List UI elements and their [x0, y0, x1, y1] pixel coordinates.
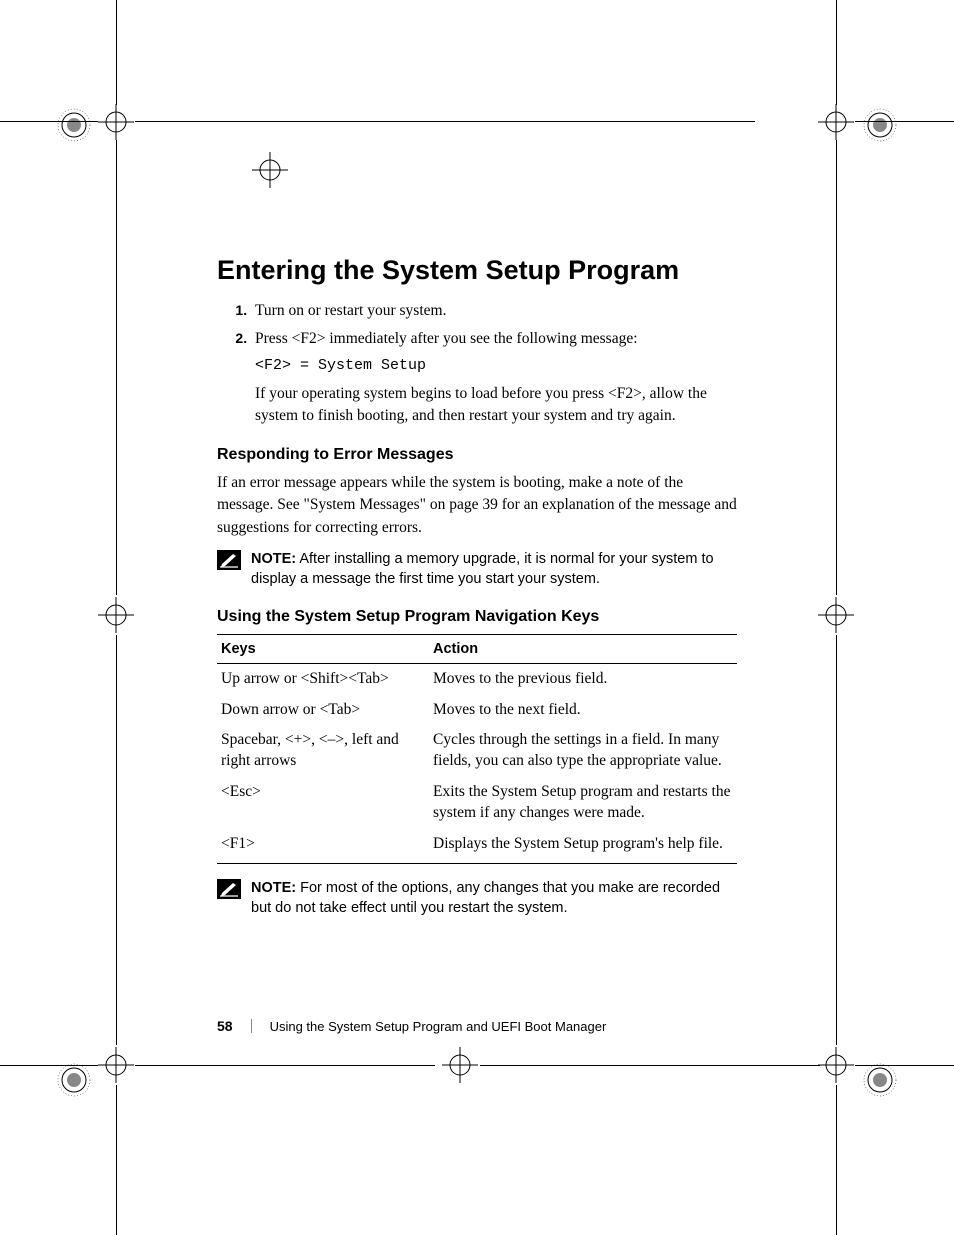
step-text: Turn on or restart your system.	[255, 302, 446, 319]
crosshair-icon	[96, 102, 136, 142]
crosshair-icon	[96, 595, 136, 635]
table-row: <Esc> Exits the System Setup program and…	[217, 777, 737, 829]
footer-separator	[251, 1019, 252, 1033]
crop-line	[135, 1065, 435, 1066]
cell-keys: Spacebar, <+>, <–>, left and right arrow…	[217, 725, 429, 777]
section-heading: Responding to Error Messages	[217, 446, 737, 464]
crop-line	[116, 140, 117, 595]
crop-line	[116, 1085, 117, 1235]
page-content: Entering the System Setup Program Turn o…	[217, 255, 737, 925]
crosshair-icon	[250, 150, 290, 190]
crop-line	[836, 635, 837, 1045]
crosshair-icon	[816, 102, 856, 142]
step-text: Press <F2> immediately after you see the…	[255, 330, 638, 347]
note-label: NOTE:	[251, 880, 296, 896]
crop-line	[0, 121, 98, 122]
note-text: NOTE: For most of the options, any chang…	[251, 878, 737, 919]
crosshair-icon	[440, 1045, 480, 1085]
cell-keys: <Esc>	[217, 777, 429, 829]
note-text: NOTE: After installing a memory upgrade,…	[251, 549, 737, 590]
crop-line	[0, 1065, 98, 1066]
step-2: Press <F2> immediately after you see the…	[251, 328, 737, 427]
cell-keys: Down arrow or <Tab>	[217, 695, 429, 726]
cell-keys: <F1>	[217, 829, 429, 863]
crop-line	[855, 1065, 954, 1066]
cell-action: Cycles through the settings in a field. …	[429, 725, 737, 777]
table-header-action: Action	[429, 634, 737, 663]
code-line: <F2> = System Setup	[255, 355, 737, 377]
page-heading: Entering the System Setup Program	[217, 255, 737, 286]
registration-mark-icon	[54, 1060, 94, 1100]
crop-line	[855, 121, 954, 122]
note-block: NOTE: After installing a memory upgrade,…	[217, 549, 737, 590]
table-row: Spacebar, <+>, <–>, left and right arrow…	[217, 725, 737, 777]
page-footer: 58 Using the System Setup Program and UE…	[217, 1018, 606, 1034]
step-1: Turn on or restart your system.	[251, 300, 737, 322]
page-number: 58	[217, 1018, 233, 1034]
crop-line	[836, 140, 837, 595]
body-paragraph: If an error message appears while the sy…	[217, 472, 737, 539]
step-text: If your operating system begins to load …	[255, 383, 737, 428]
footer-title: Using the System Setup Program and UEFI …	[270, 1019, 607, 1034]
crosshair-icon	[96, 1045, 136, 1085]
note-icon	[217, 879, 241, 904]
cell-action: Displays the System Setup program's help…	[429, 829, 737, 863]
cell-action: Moves to the previous field.	[429, 663, 737, 694]
registration-mark-icon	[860, 105, 900, 145]
registration-mark-icon	[54, 105, 94, 145]
crop-line	[116, 0, 117, 105]
crop-line	[116, 635, 117, 1045]
table-row: Up arrow or <Shift><Tab> Moves to the pr…	[217, 663, 737, 694]
crop-line	[836, 1085, 837, 1235]
crosshair-icon	[816, 1045, 856, 1085]
crop-line	[836, 0, 837, 105]
note-label: NOTE:	[251, 551, 296, 567]
crop-line	[135, 121, 755, 122]
navigation-keys-table: Keys Action Up arrow or <Shift><Tab> Mov…	[217, 634, 737, 864]
crop-line	[480, 1065, 820, 1066]
cell-action: Moves to the next field.	[429, 695, 737, 726]
table-header-keys: Keys	[217, 634, 429, 663]
note-icon	[217, 550, 241, 575]
table-row: <F1> Displays the System Setup program's…	[217, 829, 737, 863]
steps-list: Turn on or restart your system. Press <F…	[217, 300, 737, 428]
crosshair-icon	[816, 595, 856, 635]
registration-mark-icon	[860, 1060, 900, 1100]
section-heading: Using the System Setup Program Navigatio…	[217, 608, 737, 626]
note-body: For most of the options, any changes tha…	[251, 880, 720, 916]
table-row: Down arrow or <Tab> Moves to the next fi…	[217, 695, 737, 726]
note-block: NOTE: For most of the options, any chang…	[217, 878, 737, 919]
note-body: After installing a memory upgrade, it is…	[251, 551, 714, 587]
cell-keys: Up arrow or <Shift><Tab>	[217, 663, 429, 694]
cell-action: Exits the System Setup program and resta…	[429, 777, 737, 829]
